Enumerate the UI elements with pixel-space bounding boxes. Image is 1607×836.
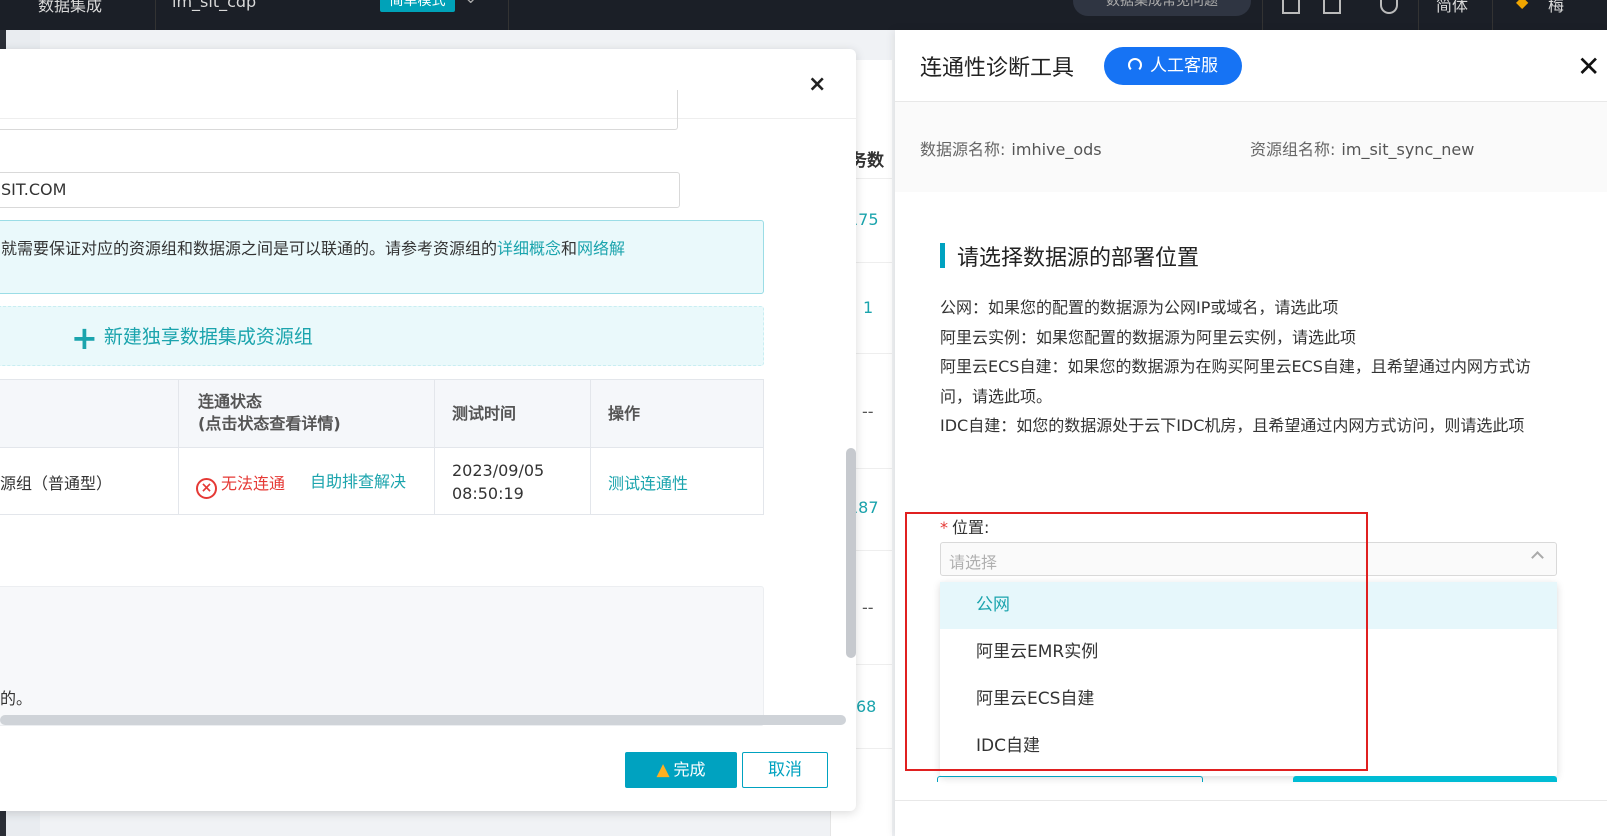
workspace-name[interactable]: im_sit_cdp xyxy=(172,0,256,11)
test-connectivity-link[interactable]: 测试连通性 xyxy=(608,472,688,495)
network-link[interactable]: 网络解 xyxy=(577,239,625,258)
self-troubleshoot-link[interactable]: 自助排查解决 xyxy=(310,470,406,493)
gray-info-box xyxy=(0,586,764,726)
column-divider xyxy=(590,379,591,515)
customer-service-button[interactable]: 人工客服 xyxy=(1104,47,1242,85)
desc-idc: IDC自建：如您的数据源处于云下IDC机房，且希望通过内网方式访问，则请选此项 xyxy=(940,416,1525,435)
info-alert: 就需要保证对应的资源组和数据源之间是可以联通的。请参考资源组的详细概念和网络解 xyxy=(0,220,764,294)
warning-icon: ▲ xyxy=(656,760,670,780)
vertical-scrollbar[interactable] xyxy=(846,448,856,658)
top-navigation-bar: 数据集成 im_sit_cdp 简单模式 ⌄ 数据集成常见问题 简体 ◆ 梅 xyxy=(0,0,1607,30)
headset-icon xyxy=(1128,58,1142,72)
topbar-divider xyxy=(1492,0,1493,30)
desc-public: 公网：如果您的配置的数据源为公网IP或域名，请选此项 xyxy=(940,298,1339,317)
highlight-box xyxy=(905,512,1368,771)
location-description: 公网：如果您的配置的数据源为公网IP或域名，请选此项 阿里云实例：如果您配置的数… xyxy=(940,293,1560,441)
panel-title: 连通性诊断工具 xyxy=(920,56,1075,81)
time-header: 测试时间 xyxy=(452,404,517,423)
resource-group-name: 资源组名称: im_sit_sync_new xyxy=(1250,140,1475,159)
status-failed[interactable]: × 无法连通 xyxy=(196,472,285,499)
horizontal-scrollbar[interactable] xyxy=(0,715,846,725)
error-circle-icon: × xyxy=(196,478,217,499)
chevron-down-icon[interactable]: ⌄ xyxy=(464,0,477,7)
document-icon[interactable] xyxy=(1323,0,1341,14)
close-icon[interactable]: ✕ xyxy=(1577,50,1600,83)
user-name[interactable]: 梅 xyxy=(1548,0,1564,16)
topbar-divider xyxy=(508,0,509,30)
column-divider xyxy=(178,379,179,515)
mode-badge[interactable]: 简单模式 xyxy=(380,0,455,12)
info-text: 就需要保证对应的资源组和数据源之间是可以联通的。请参考资源组的 xyxy=(1,239,498,258)
panel-footer-divider xyxy=(895,800,1607,801)
gray-box-text: 的。 xyxy=(0,689,33,708)
previous-button[interactable] xyxy=(937,776,1203,782)
action-header: 操作 xyxy=(608,404,641,423)
status-header-hint: (点击状态查看详情) xyxy=(198,414,341,433)
select-field[interactable] xyxy=(0,90,678,130)
bell-icon[interactable] xyxy=(1282,0,1300,14)
plus-icon: + xyxy=(71,318,98,357)
detail-concept-link[interactable]: 详细概念 xyxy=(497,239,561,258)
section-accent-bar xyxy=(940,243,945,268)
section-title: 请选择数据源的部署位置 xyxy=(957,246,1200,271)
search-icon[interactable] xyxy=(1380,0,1398,14)
help-link[interactable]: 数据集成常见问题 xyxy=(1073,0,1251,16)
done-button[interactable]: ▲ 完成 xyxy=(625,752,737,788)
test-date: 2023/09/05 xyxy=(452,461,545,480)
test-time: 08:50:19 xyxy=(452,484,524,503)
table-header xyxy=(0,379,764,448)
background-value[interactable]: 68 xyxy=(856,697,876,716)
chevron-up-icon xyxy=(1531,551,1544,564)
datasource-name: 数据源名称: imhive_ods xyxy=(920,140,1102,159)
new-resource-group-label: 新建独享数据集成资源组 xyxy=(103,326,313,348)
diamond-icon: ◆ xyxy=(1516,0,1529,11)
background-value: -- xyxy=(862,402,874,421)
desc-aliyun-instance: 阿里云实例：如果您配置的数据源为阿里云实例，请选此项 xyxy=(940,327,1357,347)
background-value[interactable]: 1 xyxy=(863,298,873,317)
topbar-divider xyxy=(155,0,156,30)
language-switch[interactable]: 简体 xyxy=(1436,0,1468,16)
resource-group-name: 源组（普通型） xyxy=(0,474,113,493)
status-header: 连通状态 xyxy=(198,392,263,411)
cancel-button[interactable]: 取消 xyxy=(742,752,828,788)
column-divider xyxy=(434,379,435,515)
desc-aliyun-ecs: 阿里云ECS自建：如果您的数据源为在购买阿里云ECS自建，且希望通过内网方式访问… xyxy=(940,357,1531,406)
realm-input[interactable]: SIT.COM xyxy=(0,172,680,208)
info-text-and: 和 xyxy=(561,239,578,258)
new-resource-group-button[interactable]: + 新建独享数据集成资源组 xyxy=(0,306,764,366)
close-icon[interactable]: × xyxy=(808,72,826,97)
topbar-divider xyxy=(1262,0,1263,30)
next-button[interactable] xyxy=(1293,776,1557,782)
topbar-divider xyxy=(1418,0,1419,30)
background-value: -- xyxy=(862,598,874,617)
product-name[interactable]: 数据集成 xyxy=(38,0,102,16)
